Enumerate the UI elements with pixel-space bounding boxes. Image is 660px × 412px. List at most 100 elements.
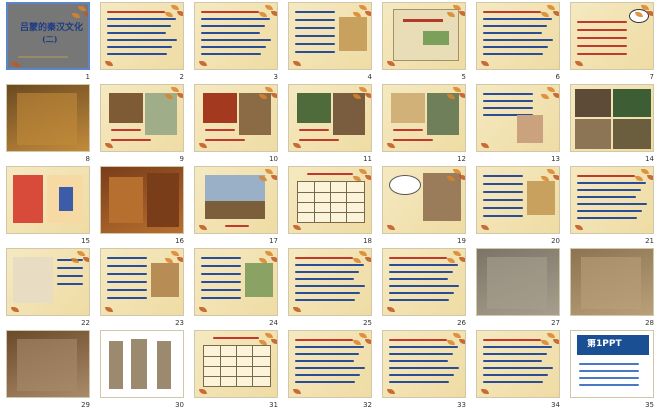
- slide-thumbnail-19[interactable]: [382, 166, 466, 234]
- maple-leaf-icon: [447, 258, 455, 263]
- slide-thumbnail-31[interactable]: [194, 330, 278, 398]
- maple-leaf-icon: [387, 143, 395, 148]
- slide-thumbnail-25[interactable]: [288, 248, 372, 316]
- slide-thumbnail-10[interactable]: [194, 84, 278, 152]
- slide-thumbnail-cell[interactable]: 15: [4, 166, 98, 248]
- slide-thumbnail-28[interactable]: [570, 248, 654, 316]
- slide-thumbnail-cell[interactable]: 24: [192, 248, 286, 330]
- slide-thumbnail-11[interactable]: [288, 84, 372, 152]
- slide-thumbnail-32[interactable]: [288, 330, 372, 398]
- slide-thumbnail-cell[interactable]: 10: [192, 84, 286, 166]
- slide-thumbnail-33[interactable]: [382, 330, 466, 398]
- slide-number: 22: [81, 319, 90, 327]
- text-line: [483, 207, 523, 209]
- slide-thumbnail-17[interactable]: [194, 166, 278, 234]
- slide-thumbnail-16[interactable]: [100, 166, 184, 234]
- slide-thumbnail-cell[interactable]: 31: [192, 330, 286, 412]
- slide-thumbnail-cell[interactable]: 7: [568, 2, 660, 84]
- slide-thumbnail-cell[interactable]: 18: [286, 166, 380, 248]
- slide-thumbnail-cell[interactable]: 21: [568, 166, 660, 248]
- slide-thumbnail-cell[interactable]: 27: [474, 248, 568, 330]
- slide-thumbnail-22[interactable]: [6, 248, 90, 316]
- slide-thumbnail-9[interactable]: [100, 84, 184, 152]
- text-line: [483, 374, 548, 376]
- maple-leaf-icon: [271, 175, 277, 180]
- slide-thumbnail-cell[interactable]: 26: [380, 248, 474, 330]
- slide-thumbnail-cell[interactable]: 29: [4, 330, 98, 412]
- slide-number: 2: [179, 73, 184, 81]
- slide-thumbnail-cell[interactable]: 14: [568, 84, 660, 166]
- slide-thumbnail-cell[interactable]: 32: [286, 330, 380, 412]
- maple-leaf-icon: [105, 61, 113, 66]
- slide-thumbnail-20[interactable]: [476, 166, 560, 234]
- slide-thumbnail-27[interactable]: [476, 248, 560, 316]
- table-rule: [298, 212, 364, 213]
- slide-thumbnail-23[interactable]: [100, 248, 184, 316]
- maple-leaf-icon: [293, 143, 301, 148]
- text-line: [483, 353, 547, 355]
- slide-thumbnail-5[interactable]: [382, 2, 466, 70]
- text-line: [107, 39, 177, 41]
- slide-thumbnail-cell[interactable]: 8: [4, 84, 98, 166]
- slide-thumbnail-8[interactable]: [6, 84, 90, 152]
- slide-thumbnail-cell[interactable]: 3: [192, 2, 286, 84]
- slide-thumbnail-1[interactable]: 吕蒙的秦汉文化 (二): [6, 2, 90, 70]
- maple-leaf-icon: [553, 93, 559, 98]
- slide-thumbnail-cell[interactable]: 12: [380, 84, 474, 166]
- slide-thumbnail-cell[interactable]: 22: [4, 248, 98, 330]
- slide-thumbnail-6[interactable]: [476, 2, 560, 70]
- slide-thumbnail-cell[interactable]: 4: [286, 2, 380, 84]
- slide-thumbnail-24[interactable]: [194, 248, 278, 316]
- slide-thumbnail-cell[interactable]: 20: [474, 166, 568, 248]
- maple-leaf-icon: [365, 339, 371, 344]
- slide-thumbnail-cell[interactable]: 16: [98, 166, 192, 248]
- slide-thumbnail-cell[interactable]: 23: [98, 248, 192, 330]
- slide-thumbnail-cell[interactable]: 第1PPT 35: [568, 330, 660, 412]
- slide-thumbnail-12[interactable]: [382, 84, 466, 152]
- slide-thumbnail-13[interactable]: [476, 84, 560, 152]
- slide-thumbnail-21[interactable]: [570, 166, 654, 234]
- slide-thumbnail-14[interactable]: [570, 84, 654, 152]
- text-line: [295, 11, 335, 13]
- table-rule: [236, 346, 237, 386]
- slide-thumbnail-cell[interactable]: 25: [286, 248, 380, 330]
- maple-leaf-icon: [293, 61, 301, 66]
- text-line: [483, 215, 523, 217]
- slide-number: 1: [85, 73, 90, 81]
- slide-thumbnail-34[interactable]: [476, 330, 560, 398]
- slide-thumbnail-cell[interactable]: 34: [474, 330, 568, 412]
- text-line: [389, 285, 459, 287]
- slide-thumbnail-cell[interactable]: 2: [98, 2, 192, 84]
- slide-thumbnail-cell[interactable]: 13: [474, 84, 568, 166]
- slide-thumbnail-26[interactable]: [382, 248, 466, 316]
- slide-thumbnail-29[interactable]: [6, 330, 90, 398]
- slide-thumbnail-30[interactable]: [100, 330, 184, 398]
- maple-leaf-icon: [453, 87, 461, 92]
- maple-leaf-icon: [387, 225, 395, 230]
- slide-thumbnail-cell[interactable]: 30: [98, 330, 192, 412]
- slide-thumbnail-cell[interactable]: 6: [474, 2, 568, 84]
- maple-leaf-icon: [83, 257, 89, 262]
- photo-2: [613, 89, 651, 117]
- slide-thumbnail-cell[interactable]: 17: [192, 166, 286, 248]
- slide-thumbnail-3[interactable]: [194, 2, 278, 70]
- slide-thumbnail-cell[interactable]: 9: [98, 84, 192, 166]
- slide-thumbnail-15[interactable]: [6, 166, 90, 234]
- slide-thumbnail-18[interactable]: [288, 166, 372, 234]
- slide-thumbnail-cell[interactable]: 5: [380, 2, 474, 84]
- slide-thumbnail-cell[interactable]: 33: [380, 330, 474, 412]
- slide-thumbnail-2[interactable]: [100, 2, 184, 70]
- slide-number: 31: [269, 401, 278, 409]
- slide-number: 17: [269, 237, 278, 245]
- text-line: [483, 339, 541, 341]
- maple-leaf-icon: [265, 87, 273, 92]
- slide-thumbnail-35[interactable]: 第1PPT: [570, 330, 654, 398]
- slide-thumbnail-cell[interactable]: 19: [380, 166, 474, 248]
- slide-thumbnail-4[interactable]: [288, 2, 372, 70]
- text-line: [577, 29, 627, 31]
- slide-thumbnail-7[interactable]: [570, 2, 654, 70]
- slide-thumbnail-cell[interactable]: 11: [286, 84, 380, 166]
- slide-thumbnail-cell[interactable]: 28: [568, 248, 660, 330]
- slide-thumbnail-cell[interactable]: 吕蒙的秦汉文化 (二) 1: [4, 2, 98, 84]
- maple-leaf-icon: [199, 225, 207, 230]
